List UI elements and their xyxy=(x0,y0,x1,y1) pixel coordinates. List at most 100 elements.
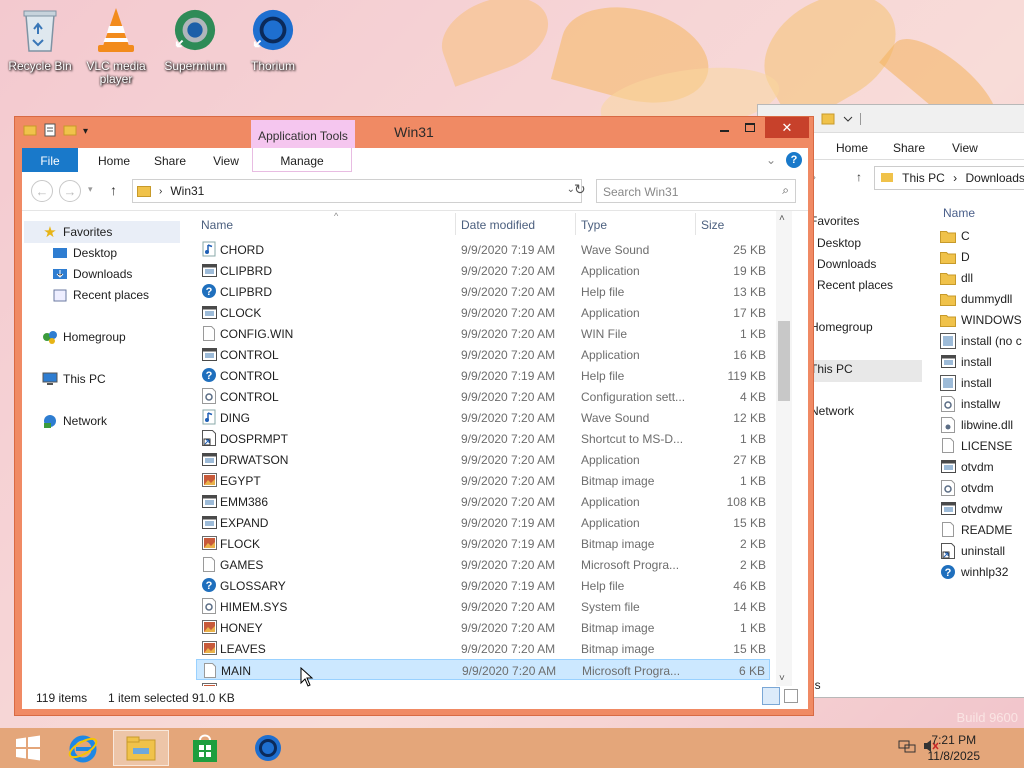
file-row[interactable]: ? CLIPBRD 9/9/2020 7:20 AM Help file 13 KB xyxy=(196,281,770,302)
column-divider[interactable] xyxy=(455,213,456,235)
file-row[interactable]: DING 9/9/2020 7:20 AM Wave Sound 12 KB xyxy=(196,407,770,428)
file-row[interactable]: MAIN 9/9/2020 7:20 AM Microsoft Progra... 6… xyxy=(196,659,770,680)
nav-network[interactable]: Network xyxy=(42,413,107,429)
bg-file-row[interactable]: otvdm xyxy=(940,456,994,477)
nav-recent-places[interactable]: Recent places xyxy=(52,287,149,303)
chevron-down-icon[interactable]: ⌄ xyxy=(766,153,776,167)
refresh-icon[interactable]: ↻ xyxy=(574,181,586,198)
bg-nav-desktop[interactable]: Desktop xyxy=(817,236,861,250)
taskbar-internet-explorer[interactable] xyxy=(55,730,111,766)
bg-file-row[interactable]: installw xyxy=(940,393,1000,414)
bg-nav-this-pc[interactable]: This PC xyxy=(810,362,853,376)
bg-nav-downloads[interactable]: Downloads xyxy=(817,257,876,271)
file-row[interactable]: HIMEM.SYS 9/9/2020 7:20 AM System file 14 K… xyxy=(196,596,770,617)
bg-nav-homegroup[interactable]: Homegroup xyxy=(810,320,873,334)
recent-locations-icon[interactable]: ▾ xyxy=(88,184,93,195)
details-view-icon[interactable] xyxy=(762,687,780,705)
window-titlebar[interactable]: ▾ Application Tools Win31 ✕ xyxy=(15,117,813,148)
taskbar-thorium[interactable] xyxy=(240,730,296,766)
explorer-window-win31[interactable]: ▾ Application Tools Win31 ✕ File Home Sh… xyxy=(14,116,814,716)
bg-file-row[interactable]: otvdm xyxy=(940,477,994,498)
file-row[interactable]: ? GLOSSARY 9/9/2020 7:19 AM Help file 46 KB xyxy=(196,575,770,596)
search-input[interactable]: Search Win31 ⌕ xyxy=(596,179,796,203)
file-row[interactable]: EGYPT 9/9/2020 7:20 AM Bitmap image 1 KB xyxy=(196,470,770,491)
file-row[interactable]: CONTROL 9/9/2020 7:20 AM Application 16 KB xyxy=(196,344,770,365)
system-clock[interactable]: 7:21 PM 11/8/2025 xyxy=(928,732,981,764)
bg-file-row[interactable]: LICENSE xyxy=(940,435,1012,456)
search-icon[interactable]: ⌕ xyxy=(782,183,789,198)
nav-homegroup[interactable]: Homegroup xyxy=(42,329,126,345)
tab-file[interactable]: File xyxy=(22,148,78,172)
bg-file-row[interactable]: dll xyxy=(940,267,973,288)
file-row[interactable]: EXPAND 9/9/2020 7:19 AM Application 15 KB xyxy=(196,512,770,533)
nav-desktop[interactable]: Desktop xyxy=(52,245,117,261)
desktop-icon-thorium[interactable]: Thorium xyxy=(233,6,313,73)
up-arrow-icon[interactable]: ↑ xyxy=(856,170,862,184)
bg-nav-network[interactable]: Network xyxy=(810,404,854,418)
breadcrumb-downloads[interactable]: Downloads xyxy=(966,171,1024,185)
network-status-icon[interactable] xyxy=(898,738,916,754)
desktop-icon-recycle-bin[interactable]: Recycle Bin xyxy=(0,6,80,73)
bg-file-row[interactable]: ? winhlp32 xyxy=(940,561,1008,582)
file-row[interactable]: CONFIG.WIN 9/9/2020 7:20 AM WIN File 1 KB xyxy=(196,323,770,344)
maximize-button[interactable] xyxy=(733,117,767,138)
address-field[interactable]: › Win31 ⌄ xyxy=(132,179,582,203)
bg-file-row[interactable]: D xyxy=(940,246,970,267)
file-row[interactable]: LEAVES 9/9/2020 7:20 AM Bitmap image 15 KB xyxy=(196,638,770,659)
column-divider[interactable] xyxy=(575,213,576,235)
bg-file-row[interactable]: install xyxy=(940,351,992,372)
bg-file-row[interactable]: install xyxy=(940,372,992,393)
bg-file-row[interactable]: uninstall xyxy=(940,540,1005,561)
column-header-date-modified[interactable]: Date modified xyxy=(461,218,535,232)
desktop-icon-vlc[interactable]: VLC media player xyxy=(76,6,156,86)
column-header-type[interactable]: Type xyxy=(581,218,607,232)
bg-file-row[interactable]: README xyxy=(940,519,1012,540)
background-tab-share[interactable]: Share xyxy=(893,141,925,155)
bg-file-row[interactable]: otvdmw xyxy=(940,498,1002,519)
breadcrumb-this-pc[interactable]: This PC xyxy=(902,171,945,185)
tab-share[interactable]: Share xyxy=(142,148,198,172)
background-tab-view[interactable]: View xyxy=(952,141,978,155)
background-tab-home[interactable]: Home xyxy=(836,141,868,155)
file-row[interactable]: ? CONTROL 9/9/2020 7:19 AM Help file 119 KB xyxy=(196,365,770,386)
back-button[interactable]: ← xyxy=(31,180,53,202)
bg-nav-favorites[interactable]: Favorites xyxy=(810,214,859,228)
scroll-up-icon[interactable]: ˄ xyxy=(779,213,785,224)
file-row[interactable]: CHORD 9/9/2020 7:19 AM Wave Sound 25 KB xyxy=(196,239,770,260)
bg-nav-recent[interactable]: Recent places xyxy=(817,278,893,292)
file-row[interactable]: DOSPRMPT 9/9/2020 7:20 AM Shortcut to MS-D… xyxy=(196,428,770,449)
taskbar-file-explorer[interactable] xyxy=(113,730,169,766)
tab-manage[interactable]: Manage xyxy=(252,148,352,172)
bg-file-row[interactable]: libwine.dll xyxy=(940,414,1013,435)
file-row[interactable]: EMM386 9/9/2020 7:20 AM Application 108 KB xyxy=(196,491,770,512)
file-row[interactable]: CONTROL 9/9/2020 7:20 AM Configuration set… xyxy=(196,386,770,407)
close-button[interactable]: ✕ xyxy=(765,117,809,138)
vertical-scrollbar[interactable]: ˄ ˅ xyxy=(776,211,792,686)
column-header-name[interactable]: Name xyxy=(201,218,233,232)
nav-this-pc[interactable]: This PC xyxy=(42,371,106,387)
tab-view[interactable]: View xyxy=(198,148,254,172)
column-divider[interactable] xyxy=(695,213,696,235)
file-row[interactable]: HONEY 9/9/2020 7:20 AM Bitmap image 1 KB xyxy=(196,617,770,638)
background-address-field[interactable]: This PC › Downloads xyxy=(874,166,1024,190)
bg-file-row[interactable]: install (no c xyxy=(940,330,1022,351)
up-arrow-icon[interactable]: ↑ xyxy=(110,182,117,198)
file-row[interactable]: CLIPBRD 9/9/2020 7:20 AM Application 19 KB xyxy=(196,260,770,281)
scrollbar-thumb[interactable] xyxy=(778,321,790,401)
large-icons-view-icon[interactable] xyxy=(784,689,798,703)
file-row[interactable]: FLOCK 9/9/2020 7:19 AM Bitmap image 2 KB xyxy=(196,533,770,554)
tab-home[interactable]: Home xyxy=(86,148,142,172)
forward-button[interactable]: → xyxy=(59,180,81,202)
taskbar-store[interactable] xyxy=(177,730,233,766)
scroll-down-icon[interactable]: ˅ xyxy=(779,673,785,684)
bg-file-row[interactable]: dummydll xyxy=(940,288,1012,309)
nav-favorites[interactable]: ★ Favorites xyxy=(42,224,112,241)
nav-downloads[interactable]: Downloads xyxy=(52,266,132,282)
bg-file-row[interactable]: C xyxy=(940,225,970,246)
help-icon[interactable]: ? xyxy=(786,152,802,168)
bg-file-row[interactable]: WINDOWS xyxy=(940,309,1022,330)
breadcrumb-win31[interactable]: Win31 xyxy=(170,184,204,198)
column-header-size[interactable]: Size xyxy=(701,218,724,232)
file-row[interactable]: DRWATSON 9/9/2020 7:20 AM Application 27 KB xyxy=(196,449,770,470)
file-row[interactable]: CLOCK 9/9/2020 7:20 AM Application 17 KB xyxy=(196,302,770,323)
